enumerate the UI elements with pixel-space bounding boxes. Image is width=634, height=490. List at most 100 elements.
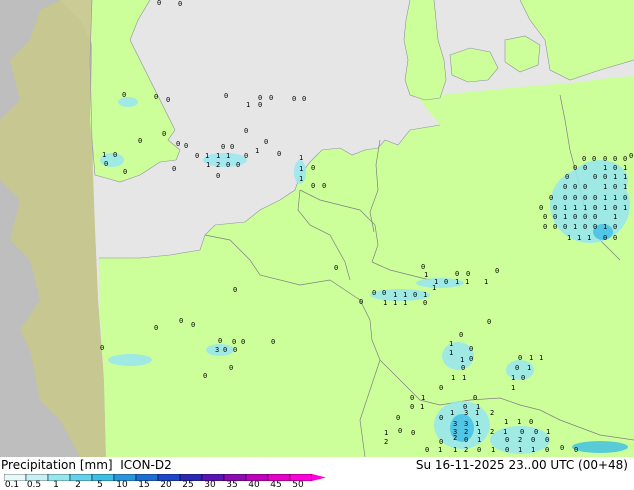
precip-value-label: 0 [157, 0, 161, 7]
precip-value-label: 1 [517, 418, 521, 426]
precip-value-label: 0 [565, 173, 569, 181]
precip-value-label: 0 [531, 436, 535, 444]
colorbar-label: 30 [204, 480, 216, 490]
precip-value-label: 0 [223, 346, 227, 354]
precip-value-label: 0 [464, 436, 468, 444]
precip-value-label: 0 [230, 143, 234, 151]
precip-value-label: 0 [398, 427, 402, 435]
precip-value-label: 0 [505, 446, 509, 454]
footer-legend-bar: Precipitation [mm] ICON-D2 Su 16-11-2025… [0, 457, 634, 490]
precip-value-label: 1 [255, 147, 259, 155]
precip-value-label: 1 [438, 446, 442, 454]
colorbar-labels: 0.1 0.5 1 2 5 10 15 20 25 30 35 40 45 50 [0, 480, 634, 490]
colorbar-label: 15 [138, 480, 150, 490]
precip-value-label: 0 [269, 94, 273, 102]
precip-value-label: 2 [490, 428, 494, 436]
precip-value-label: 0 [477, 446, 481, 454]
precip-value-label: 0 [573, 164, 577, 172]
colorbar-label: 1 [53, 480, 59, 490]
precip-value-label: 1 [623, 164, 627, 172]
precip-value-label: 1 [460, 356, 464, 364]
precip-value-label: 0 [573, 183, 577, 191]
precip-value-label: 1 [453, 446, 457, 454]
precip-value-label: 0 [277, 150, 281, 158]
precip-value-label: 0 [592, 155, 596, 163]
precip-value-label: 2 [464, 428, 468, 436]
precip-value-label: 0 [292, 95, 296, 103]
precip-value-label: 1 [206, 161, 210, 169]
precip-value-label: 1 [546, 428, 550, 436]
precip-value-label: 0 [593, 173, 597, 181]
precip-value-label: 1 [567, 234, 571, 242]
precip-value-label: 2 [464, 446, 468, 454]
precip-value-label: 0 [560, 444, 564, 452]
precip-value-label: 0 [113, 151, 117, 159]
precip-value-label: 0 [104, 160, 108, 168]
colorbar-label: 0.1 [4, 480, 20, 490]
precip-value-label: 1 [477, 428, 481, 436]
precip-value-label: 0 [302, 95, 306, 103]
precip-value-label: 1 [504, 418, 508, 426]
precip-value-label: 0 [593, 223, 597, 231]
colorbar-label: 35 [226, 480, 238, 490]
precip-value-label: 0 [603, 155, 607, 163]
precip-value-label: 1 [583, 204, 587, 212]
precip-value-label: 0 [455, 270, 459, 278]
precip-value-label: 0 [232, 338, 236, 346]
precip-value-label: 0 [613, 183, 617, 191]
precip-value-label: 0 [221, 143, 225, 151]
precip-value-label: 0 [603, 234, 607, 242]
precip-value-label: 0 [543, 213, 547, 221]
precip-value-label: 0 [382, 289, 386, 297]
precip-value-label: 1 [462, 374, 466, 382]
precip-value-label: 0 [413, 291, 417, 299]
precip-value-label: 1 [527, 364, 531, 372]
precip-value-label: 0 [515, 364, 519, 372]
precip-value-label: 1 [531, 446, 535, 454]
precip-value-label: 0 [229, 364, 233, 372]
precip-value-label: 0 [439, 438, 443, 446]
precip-value-label: 3 [464, 420, 468, 428]
precip-value-label: 1 [587, 234, 591, 242]
precip-value-label: 1 [511, 374, 515, 382]
precip-value-label: 0 [423, 299, 427, 307]
precip-value-label: 0 [203, 372, 207, 380]
colorbar-label: 0.5 [26, 480, 42, 490]
precip-value-label: 0 [505, 436, 509, 444]
precip-value-label: 0 [396, 414, 400, 422]
precipitation-map[interactable]: 0000000010000000001000001110100120000110… [0, 0, 634, 457]
precip-value-label: 0 [613, 234, 617, 242]
precip-value-label: 0 [236, 161, 240, 169]
precip-value-label: 0 [226, 161, 230, 169]
precip-value-label: 1 [102, 151, 106, 159]
colorbar-label: 25 [182, 480, 194, 490]
precip-value-label: 1 [449, 340, 453, 348]
precip-value-label: 0 [154, 324, 158, 332]
precip-value-label: 0 [563, 223, 567, 231]
precip-value-label: 1 [299, 175, 303, 183]
precip-value-label: 0 [195, 152, 199, 160]
precip-value-label: 0 [425, 446, 429, 454]
precip-value-label: 1 [475, 420, 479, 428]
precip-value-label: 0 [176, 140, 180, 148]
precip-value-label: 0 [421, 263, 425, 271]
precip-value-label: 1 [573, 204, 577, 212]
precip-value-label: 1 [455, 278, 459, 286]
precip-value-label: 0 [410, 394, 414, 402]
precip-value-label: 0 [495, 267, 499, 275]
precip-value-label: 1 [424, 271, 428, 279]
precip-value-label: 0 [469, 345, 473, 353]
precip-value-label: 0 [613, 204, 617, 212]
precip-value-label: 0 [191, 321, 195, 329]
precip-value-label: 0 [521, 374, 525, 382]
precip-value-label: 1 [393, 291, 397, 299]
precip-value-label: 0 [466, 270, 470, 278]
precip-value-label: 0 [166, 96, 170, 104]
precip-value-label: 1 [226, 152, 230, 160]
precip-value-label: 1 [503, 428, 507, 436]
precip-value-label: 0 [138, 137, 142, 145]
precip-value-label: 1 [299, 165, 303, 173]
precip-value-label: 1 [432, 284, 436, 292]
precip-value-label: 1 [393, 299, 397, 307]
precip-value-label: 0 [444, 278, 448, 286]
